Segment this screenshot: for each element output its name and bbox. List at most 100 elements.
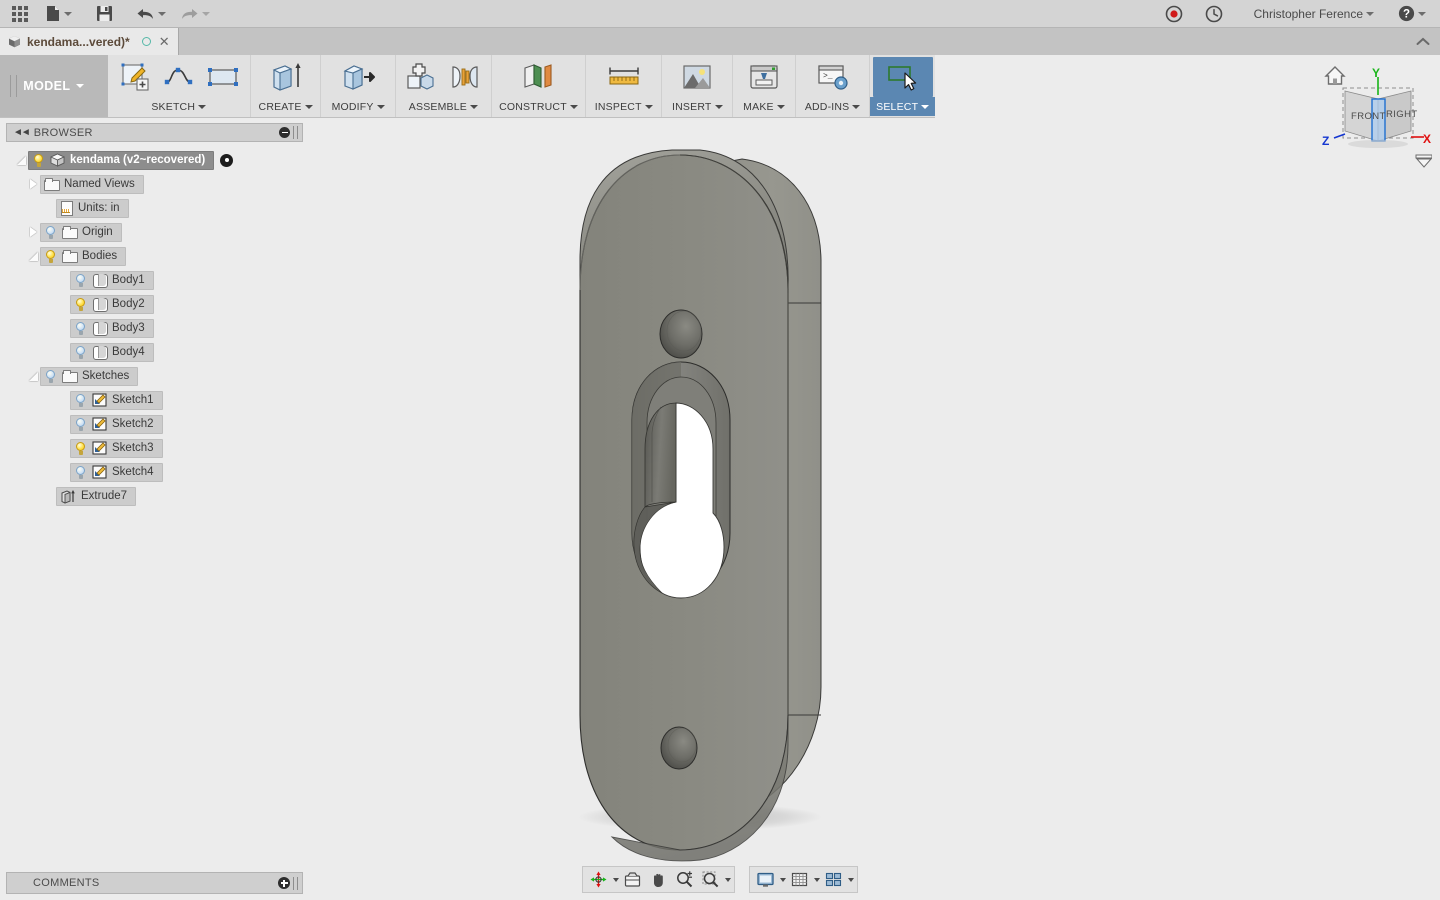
tree-item-sketch1[interactable]: Sketch1	[70, 390, 163, 410]
plus-circle-icon[interactable]	[278, 877, 290, 889]
view-cube[interactable]: FRONT RIGHT Y X Z	[1312, 55, 1433, 170]
zoom-window-icon[interactable]	[698, 868, 723, 891]
display-settings-icon[interactable]	[753, 868, 778, 891]
tree-item-sketch2[interactable]: Sketch2	[70, 414, 163, 434]
visibility-bulb-icon[interactable]	[74, 273, 87, 288]
ribbon-label-create[interactable]: CREATE	[253, 97, 319, 116]
new-component-icon[interactable]	[400, 57, 442, 97]
record-icon[interactable]	[1160, 1, 1188, 27]
scripts-addins-icon[interactable]: >_	[812, 57, 854, 97]
viewports-dropdown-caret[interactable]	[848, 877, 854, 882]
ribbon-label-make[interactable]: MAKE	[735, 97, 793, 116]
tree-item-kendama-v2-recovered[interactable]: kendama (v2~recovered)	[28, 150, 215, 170]
tree-row[interactable]: Extrude7	[0, 484, 303, 508]
tree-row[interactable]: Sketch2	[0, 412, 303, 436]
tree-item-sketches[interactable]: Sketches	[40, 366, 139, 386]
workspace-dropdown-caret[interactable]	[76, 84, 85, 88]
tree-row[interactable]: Body1	[0, 268, 303, 292]
tree-row[interactable]: Sketch3	[0, 436, 303, 460]
visibility-bulb-icon[interactable]	[74, 321, 87, 336]
joint-icon[interactable]	[444, 57, 486, 97]
tree-item-body4[interactable]: Body4	[70, 342, 154, 362]
tree-row[interactable]: Named Views	[0, 172, 303, 196]
panel-resize-grip[interactable]	[293, 126, 298, 139]
tree-row[interactable]: Sketches	[0, 364, 303, 388]
collapse-left-icon[interactable]: ◄◄	[7, 127, 34, 138]
tree-item-extrude7[interactable]: Extrude7	[56, 486, 137, 506]
orbit-dropdown-caret[interactable]	[613, 877, 619, 882]
ribbon-label-assemble[interactable]: ASSEMBLE	[398, 97, 489, 116]
orbit-icon[interactable]	[586, 868, 611, 891]
fit-view-icon[interactable]	[620, 868, 645, 891]
undo-dropdown-caret[interactable]	[158, 11, 166, 16]
zoom-window-dropdown-caret[interactable]	[725, 877, 731, 882]
grid-snaps-dropdown-caret[interactable]	[814, 877, 820, 882]
ribbon-label-sketch[interactable]: SKETCH	[110, 97, 248, 116]
tree-row[interactable]: kendama (v2~recovered)	[0, 148, 303, 172]
document-tab[interactable]: kendama...vered)* ✕	[0, 28, 179, 55]
apps-grid-icon[interactable]	[6, 1, 34, 27]
save-icon[interactable]	[90, 1, 118, 27]
history-clock-icon[interactable]	[1200, 1, 1228, 27]
visibility-bulb-icon[interactable]	[74, 345, 87, 360]
tree-item-bodies[interactable]: Bodies	[40, 246, 127, 266]
tree-item-sketch4[interactable]: Sketch4	[70, 462, 163, 482]
comments-resize-grip[interactable]	[293, 876, 298, 890]
visibility-bulb-icon[interactable]	[74, 441, 87, 456]
visibility-bulb-icon[interactable]	[44, 249, 57, 264]
offset-plane-icon[interactable]	[517, 57, 559, 97]
visibility-bulb-icon[interactable]	[74, 393, 87, 408]
minus-circle-icon[interactable]	[279, 127, 290, 138]
tree-twisty-collapsed[interactable]	[26, 179, 40, 189]
user-dropdown-caret[interactable]	[1366, 11, 1374, 16]
tree-row[interactable]: Body3	[0, 316, 303, 340]
visibility-bulb-icon[interactable]	[32, 153, 45, 168]
grid-snaps-icon[interactable]	[787, 868, 812, 891]
tree-row[interactable]: Body4	[0, 340, 303, 364]
visibility-bulb-icon[interactable]	[74, 417, 87, 432]
file-icon[interactable]	[42, 1, 76, 27]
help-dropdown-caret[interactable]	[1418, 11, 1426, 16]
comments-panel-header[interactable]: COMMENTS	[6, 872, 303, 894]
measure-ruler-icon[interactable]	[603, 57, 645, 97]
close-icon[interactable]: ✕	[159, 35, 170, 48]
tree-item-origin[interactable]: Origin	[40, 222, 122, 242]
tree-item-body3[interactable]: Body3	[70, 318, 154, 338]
create-sketch-icon[interactable]	[114, 57, 156, 97]
tree-row[interactable]: Bodies	[0, 244, 303, 268]
help-icon[interactable]: ?	[1394, 1, 1430, 27]
rectangle-icon[interactable]	[202, 57, 244, 97]
viewports-icon[interactable]	[821, 868, 846, 891]
visibility-bulb-icon[interactable]	[44, 369, 57, 384]
undo-icon[interactable]	[132, 1, 170, 27]
tree-row[interactable]: Body2	[0, 292, 303, 316]
redo-icon[interactable]	[176, 1, 214, 27]
display-settings-dropdown-caret[interactable]	[780, 877, 786, 882]
chevron-up-icon[interactable]	[1406, 28, 1440, 55]
tree-item-units-in[interactable]: Units: in	[56, 198, 129, 218]
ribbon-label-construct[interactable]: CONSTRUCT	[494, 97, 583, 116]
component-activate-radio[interactable]	[220, 153, 234, 167]
ribbon-label-insert[interactable]: INSERT	[664, 97, 730, 116]
visibility-bulb-icon[interactable]	[44, 225, 57, 240]
tree-item-sketch3[interactable]: Sketch3	[70, 438, 163, 458]
tree-item-named-views[interactable]: Named Views	[40, 174, 144, 194]
file-dropdown-caret[interactable]	[64, 11, 72, 16]
tree-row[interactable]: Units: in	[0, 196, 303, 220]
extrude-icon[interactable]	[265, 57, 307, 97]
ribbon-label-select[interactable]: SELECT	[870, 97, 935, 116]
user-account-menu[interactable]: Christopher Ference	[1248, 7, 1380, 21]
zoom-icon[interactable]	[672, 868, 697, 891]
pan-hand-icon[interactable]	[646, 868, 671, 891]
tree-item-body1[interactable]: Body1	[70, 270, 154, 290]
tree-twisty-expanded[interactable]	[26, 371, 40, 381]
insert-image-icon[interactable]	[676, 57, 718, 97]
3d-print-icon[interactable]	[743, 57, 785, 97]
ribbon-label-modify[interactable]: MODIFY	[323, 97, 393, 116]
tree-twisty-expanded[interactable]	[26, 251, 40, 261]
tree-row[interactable]: Sketch1	[0, 388, 303, 412]
workspace-selector[interactable]: MODEL	[0, 55, 108, 117]
redo-dropdown-caret[interactable]	[202, 11, 210, 16]
tree-row[interactable]: Origin	[0, 220, 303, 244]
visibility-bulb-icon[interactable]	[74, 465, 87, 480]
